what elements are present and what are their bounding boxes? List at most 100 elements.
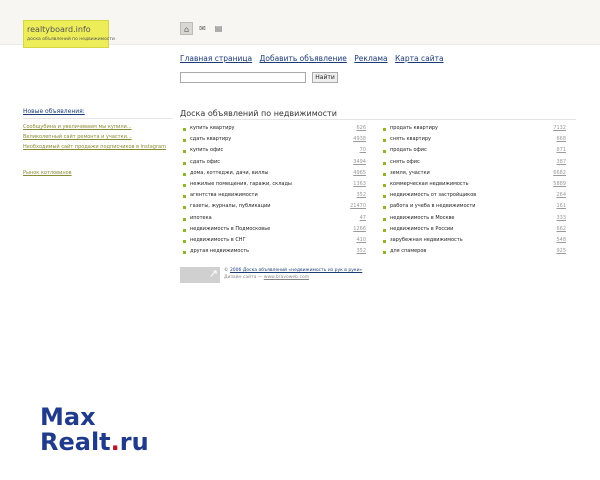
category-count[interactable]: 161: [556, 203, 566, 209]
category-row[interactable]: недвижимость в СНГ 410: [180, 236, 370, 247]
footer-copyright: © 2006 Доска объявлений «недвижимость из…: [224, 268, 362, 273]
page-icon[interactable]: ▤: [212, 22, 225, 35]
category-count[interactable]: 352: [356, 192, 366, 198]
category-count[interactable]: 21470: [350, 203, 366, 209]
category-count[interactable]: 668: [556, 136, 566, 142]
category-label[interactable]: недвижимость в Подмосковье: [190, 226, 270, 232]
category-label[interactable]: земля, участки: [390, 170, 430, 176]
category-label[interactable]: купить офис: [190, 147, 223, 153]
nav-home-link[interactable]: Главная страница: [180, 54, 252, 63]
category-label[interactable]: продать офис: [390, 147, 427, 153]
category-label[interactable]: сдать офис: [190, 159, 220, 165]
footer-design-link[interactable]: www.bravoweb.com: [264, 275, 309, 280]
sidebar-link-1[interactable]: Сообщубина и увеличиваем мы купили...: [23, 124, 132, 130]
category-row[interactable]: сдать квартиру 4938: [180, 135, 370, 146]
category-row[interactable]: недвижимость в Подмосковье 1266: [180, 225, 370, 236]
category-label[interactable]: газеты, журналы, публикации: [190, 203, 271, 209]
category-label[interactable]: снять офис: [390, 159, 420, 165]
search-input[interactable]: [180, 72, 306, 83]
category-row[interactable]: нежилые помещения, гаражи, склады 1363: [180, 180, 370, 191]
category-row[interactable]: работа и учеба в недвижимости 161: [380, 202, 570, 213]
category-row[interactable]: для спамеров 925: [380, 247, 570, 258]
category-list-left: купить квартиру 626 сдать квартиру 4938 ку…: [180, 124, 370, 258]
category-row[interactable]: ипотека 47: [180, 214, 370, 225]
category-count[interactable]: 333: [556, 215, 566, 221]
category-row[interactable]: продать офис 871: [380, 146, 570, 157]
page-title: Доска объявлений по недвижимости: [180, 109, 337, 118]
category-row[interactable]: недвижимость в России 662: [380, 225, 570, 236]
home-icon[interactable]: ⌂: [180, 22, 193, 35]
category-count[interactable]: 70: [360, 147, 366, 153]
category-count[interactable]: 264: [556, 192, 566, 198]
sidebar-link-3[interactable]: Необходимый сайт продажи подписчиков в i…: [23, 144, 166, 150]
category-label[interactable]: снять квартиру: [390, 136, 431, 142]
category-count[interactable]: 6682: [553, 170, 566, 176]
footer-site-link[interactable]: 2006 Доска объявлений «недвижимость из р…: [230, 268, 362, 273]
watermark-dot: .: [110, 428, 120, 456]
category-label[interactable]: продать квартиру: [390, 125, 438, 131]
category-count[interactable]: 410: [356, 237, 366, 243]
sidebar-link-bottom[interactable]: Рынок котловинов: [23, 170, 72, 176]
mail-icon[interactable]: ✉: [196, 22, 209, 35]
category-row[interactable]: зарубежная недвижимость 548: [380, 236, 570, 247]
category-count[interactable]: 626: [356, 125, 366, 131]
category-label[interactable]: коммерческая недвижимость: [390, 181, 469, 187]
category-count[interactable]: 47: [360, 215, 366, 221]
category-count[interactable]: 387: [556, 159, 566, 165]
category-count[interactable]: 871: [556, 147, 566, 153]
category-count[interactable]: 1363: [353, 181, 366, 187]
category-count[interactable]: 925: [556, 248, 566, 254]
category-row[interactable]: коммерческая недвижимость 5889: [380, 180, 570, 191]
bullet-icon: [383, 195, 386, 199]
site-logo[interactable]: realtyboard.info доска объявлений по нед…: [23, 20, 115, 48]
category-count[interactable]: 4938: [353, 136, 366, 142]
nav-sitemap-link[interactable]: Карта сайта: [395, 54, 444, 63]
category-label[interactable]: недвижимость в СНГ: [190, 237, 246, 243]
category-row[interactable]: купить офис 70: [180, 146, 370, 157]
new-ads-heading[interactable]: Новые объявления:: [23, 108, 173, 115]
category-count[interactable]: 1266: [353, 226, 366, 232]
category-row[interactable]: продать квартиру 7132: [380, 124, 570, 135]
category-label[interactable]: недвижимость в Москве: [390, 215, 454, 221]
category-label[interactable]: работа и учеба в недвижимости: [390, 203, 476, 209]
category-label[interactable]: дома, коттеджи, дачи, виллы: [190, 170, 268, 176]
category-label[interactable]: недвижимость в России: [390, 226, 453, 232]
category-count[interactable]: 4965: [353, 170, 366, 176]
category-row[interactable]: агентства недвижимости 352: [180, 191, 370, 202]
category-row[interactable]: сдать офис 3494: [180, 158, 370, 169]
category-row[interactable]: другая недвижимость 352: [180, 247, 370, 258]
category-count[interactable]: 3494: [353, 159, 366, 165]
category-row[interactable]: купить квартиру 626: [180, 124, 370, 135]
bullet-icon: [383, 228, 386, 232]
category-label[interactable]: купить квартиру: [190, 125, 234, 131]
category-count[interactable]: 548: [556, 237, 566, 243]
category-row[interactable]: недвижимость от застройщиков 264: [380, 191, 570, 202]
category-row[interactable]: снять квартиру 668: [380, 135, 570, 146]
category-row[interactable]: газеты, журналы, публикации 21470: [180, 202, 370, 213]
category-count[interactable]: 352: [356, 248, 366, 254]
category-label[interactable]: другая недвижимость: [190, 248, 249, 254]
category-count[interactable]: 662: [556, 226, 566, 232]
bullet-icon: [183, 251, 186, 255]
category-row[interactable]: дома, коттеджи, дачи, виллы 4965: [180, 169, 370, 180]
category-count[interactable]: 5889: [553, 181, 566, 187]
nav-ads-link[interactable]: Реклама: [354, 54, 387, 63]
category-list-right: продать квартиру 7132 снять квартиру 668 п…: [380, 124, 570, 258]
category-label[interactable]: нежилые помещения, гаражи, склады: [190, 181, 292, 187]
category-row[interactable]: земля, участки 6682: [380, 169, 570, 180]
logo-tagline: доска объявлений по недвижимости: [27, 37, 115, 42]
nav-add-ad-link[interactable]: Добавить объявление: [260, 54, 347, 63]
sidebar-link-2[interactable]: Великолепный сайт ремонта и участки...: [23, 134, 132, 140]
watermark-logo: Max Realt.ru: [40, 405, 149, 455]
category-label[interactable]: сдать квартиру: [190, 136, 231, 142]
category-label[interactable]: ипотека: [190, 215, 212, 221]
category-label[interactable]: для спамеров: [390, 248, 426, 254]
watermark-line2: Realt: [40, 428, 111, 456]
category-row[interactable]: недвижимость в Москве 333: [380, 214, 570, 225]
category-label[interactable]: агентства недвижимости: [190, 192, 258, 198]
category-label[interactable]: недвижимость от застройщиков: [390, 192, 476, 198]
search-button[interactable]: Найти: [312, 72, 338, 83]
category-count[interactable]: 7132: [553, 125, 566, 131]
category-label[interactable]: зарубежная недвижимость: [390, 237, 463, 243]
category-row[interactable]: снять офис 387: [380, 158, 570, 169]
